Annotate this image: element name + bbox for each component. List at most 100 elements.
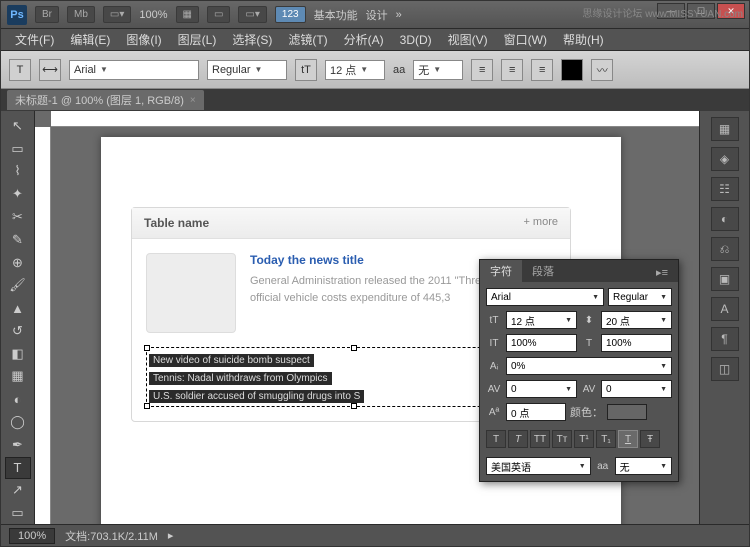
swatches-panel-icon[interactable]: ▦ [711, 117, 739, 141]
font-size-select[interactable]: 12 点▼ [325, 60, 385, 80]
screen-mode-button[interactable]: ▭▾ [103, 6, 131, 23]
font-weight-select[interactable]: Regular▼ [207, 60, 287, 80]
paragraph-panel-icon[interactable]: ¶ [711, 327, 739, 351]
menu-analysis[interactable]: 分析(A) [338, 29, 390, 50]
close-tab-icon[interactable]: × [190, 95, 196, 106]
history-panel-icon[interactable]: ☷ [711, 177, 739, 201]
panel-menu-icon[interactable]: ▸≡ [646, 263, 678, 282]
align-center-button[interactable]: ≡ [501, 59, 523, 81]
color-label: 颜色： [570, 404, 603, 420]
actions-panel-icon[interactable]: ▣ [711, 267, 739, 291]
cp-kerning-input[interactable]: 0▼ [506, 380, 577, 398]
pen-tool[interactable]: ✒ [5, 434, 31, 456]
ruler-horizontal[interactable] [51, 111, 699, 127]
italic-button[interactable]: T [508, 430, 528, 448]
list-item: New video of suicide bomb suspect [149, 354, 314, 367]
status-doc-size: 703.1K/2.11M [90, 531, 158, 543]
extras-button[interactable]: ▭▾ [238, 6, 266, 23]
bridge-button[interactable]: Br [35, 6, 59, 23]
list-item: U.S. soldier accused of smuggling drugs … [149, 390, 364, 403]
move-tool[interactable]: ↖ [5, 115, 31, 137]
eraser-tool[interactable]: ◧ [5, 343, 31, 365]
wand-tool[interactable]: ✦ [5, 183, 31, 205]
blur-tool[interactable]: ◐ [5, 388, 31, 410]
cp-language-select[interactable]: 美国英语▼ [486, 457, 591, 475]
cp-hscale-input[interactable]: 100% [601, 334, 672, 352]
path-tool[interactable]: ↗ [5, 480, 31, 502]
cp-color-swatch[interactable] [607, 404, 647, 420]
cp-baseline-pct-input[interactable]: 0%▼ [506, 357, 672, 375]
subscript-button[interactable]: T₁ [596, 430, 616, 448]
selection-handle[interactable] [351, 345, 357, 351]
tab-paragraph[interactable]: 段落 [522, 260, 564, 282]
tab-character[interactable]: 字符 [480, 260, 522, 282]
menu-help[interactable]: 帮助(H) [557, 29, 610, 50]
allcaps-button[interactable]: TT [530, 430, 550, 448]
tool-preset-icon[interactable]: T [9, 59, 31, 81]
text-color-swatch[interactable] [561, 59, 583, 81]
eyedropper-tool[interactable]: ✎ [5, 229, 31, 251]
cp-size-input[interactable]: 12 点▼ [506, 311, 577, 329]
menu-3d[interactable]: 3D(D) [394, 31, 438, 49]
cp-antialias-select[interactable]: 无▼ [615, 457, 672, 475]
styles-panel-icon[interactable]: ◫ [711, 357, 739, 381]
menu-select[interactable]: 选择(S) [226, 29, 278, 50]
dodge-tool[interactable]: ◯ [5, 411, 31, 433]
type-tool[interactable]: T [5, 457, 31, 479]
warp-text-button[interactable]: 〰 [591, 59, 613, 81]
gradient-tool[interactable]: ▦ [5, 366, 31, 388]
strikethrough-button[interactable]: Ŧ [640, 430, 660, 448]
char-panel-tabs: 字符 段落 ▸≡ [480, 260, 678, 282]
menu-window[interactable]: 窗口(W) [498, 29, 553, 50]
ruler-vertical[interactable] [35, 127, 51, 524]
workspace-basic[interactable]: 基本功能 [314, 7, 358, 23]
menu-layer[interactable]: 图层(L) [172, 29, 223, 50]
doc-arrange-button[interactable]: ▭ [207, 6, 230, 23]
cp-font-select[interactable]: Arial▼ [486, 288, 604, 306]
heal-tool[interactable]: ⊕ [5, 252, 31, 274]
cp-tracking-input[interactable]: 0▼ [601, 380, 672, 398]
brush-tool[interactable]: 🖌 [5, 274, 31, 296]
cp-leading-input[interactable]: 20 点▼ [601, 311, 672, 329]
shape-tool[interactable]: ▭ [5, 502, 31, 524]
clone-panel-icon[interactable]: ⎌ [711, 237, 739, 261]
selection-handle[interactable] [144, 345, 150, 351]
minibridge-button[interactable]: Mb [67, 6, 95, 23]
status-zoom[interactable]: 100% [9, 528, 55, 544]
cp-baseline-shift-input[interactable]: 0 点 [506, 403, 566, 421]
stamp-tool[interactable]: ▲ [5, 297, 31, 319]
align-left-button[interactable]: ≡ [471, 59, 493, 81]
more-workspaces-icon[interactable]: » [396, 9, 402, 21]
lasso-tool[interactable]: ⌇ [5, 161, 31, 183]
status-menu-icon[interactable]: ▸ [168, 529, 174, 542]
btn-123[interactable]: 123 [275, 6, 306, 23]
layers-panel-icon[interactable]: ◈ [711, 147, 739, 171]
selection-handle[interactable] [351, 403, 357, 409]
bold-button[interactable]: T [486, 430, 506, 448]
menu-image[interactable]: 图像(I) [120, 29, 167, 50]
marquee-tool[interactable]: ▭ [5, 138, 31, 160]
crop-tool[interactable]: ✂ [5, 206, 31, 228]
hand-grid-button[interactable]: ▦ [176, 6, 199, 23]
document-tab[interactable]: 未标题-1 @ 100% (图层 1, RGB/8) × [7, 90, 204, 110]
underline-button[interactable]: T [618, 430, 638, 448]
menu-file[interactable]: 文件(F) [9, 29, 60, 50]
font-family-select[interactable]: Arial▼ [69, 60, 199, 80]
brush-panel-icon[interactable]: ◐ [711, 207, 739, 231]
superscript-button[interactable]: T¹ [574, 430, 594, 448]
antialias-select[interactable]: 无▼ [413, 60, 463, 80]
orientation-button[interactable]: ⟷ [39, 59, 61, 81]
right-panel-dock: ▦ ◈ ☷ ◐ ⎌ ▣ A ¶ ◫ [699, 111, 749, 524]
cp-vscale-input[interactable]: 100% [506, 334, 577, 352]
align-right-button[interactable]: ≡ [531, 59, 553, 81]
cp-weight-select[interactable]: Regular▼ [608, 288, 672, 306]
selection-handle[interactable] [144, 403, 150, 409]
menu-edit[interactable]: 编辑(E) [64, 29, 116, 50]
workspace-design[interactable]: 设计 [366, 7, 388, 23]
character-panel-icon[interactable]: A [711, 297, 739, 321]
character-panel[interactable]: 字符 段落 ▸≡ Arial▼ Regular▼ tT 12 点▼ ⬍ 20 点… [479, 259, 679, 482]
smallcaps-button[interactable]: Tᴛ [552, 430, 572, 448]
menu-view[interactable]: 视图(V) [442, 29, 494, 50]
menu-filter[interactable]: 滤镜(T) [282, 29, 333, 50]
history-brush-tool[interactable]: ↺ [5, 320, 31, 342]
